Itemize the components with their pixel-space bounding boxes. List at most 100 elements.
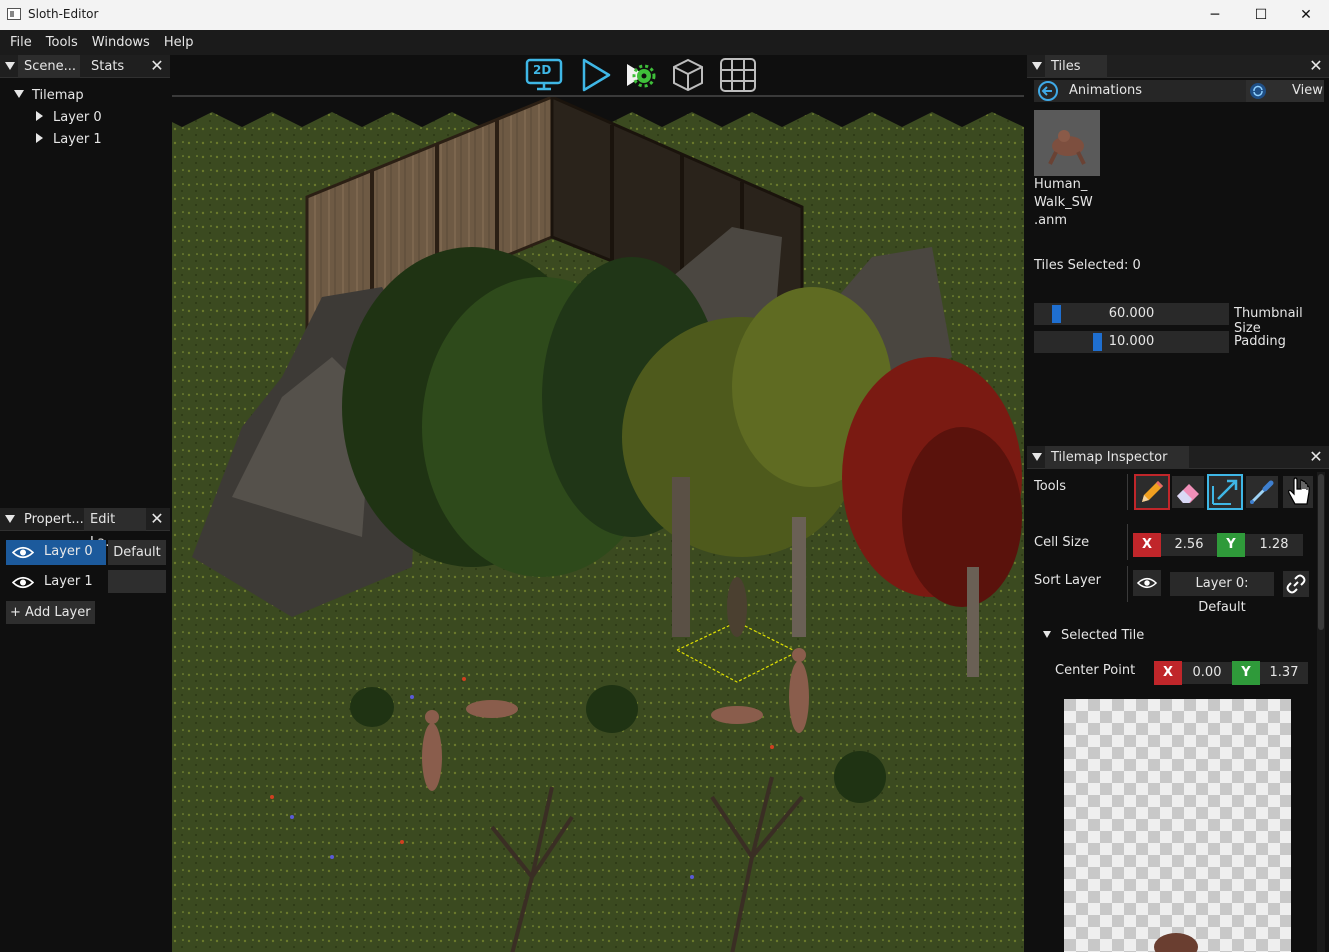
window-titlebar: Sloth-Editor ─ ☐ ✕ (0, 0, 1329, 30)
menu-help[interactable]: Help (157, 35, 201, 50)
tab-tiles[interactable]: Tiles (1045, 55, 1107, 78)
tab-properties[interactable]: Propert... (18, 508, 90, 531)
tiles-nav-bar: Animations View (1034, 80, 1324, 102)
collapse-icon[interactable] (1032, 62, 1042, 70)
properties-panel-tabbar: Propert... Edit La... ✕ (0, 508, 170, 550)
close-window-button[interactable]: ✕ (1283, 0, 1329, 30)
minimize-button[interactable]: ─ (1192, 0, 1238, 30)
selected-tile-header[interactable]: Selected Tile (1043, 628, 1144, 643)
divider (1127, 524, 1128, 560)
refresh-icon (1250, 83, 1266, 99)
cell-size-x-input[interactable]: 2.56 (1161, 534, 1217, 556)
divider (1127, 566, 1128, 602)
tree-item-layer-1[interactable]: Layer 1 (36, 132, 102, 147)
tilemap-scene[interactable] (172, 95, 1024, 952)
tab-edit-layers[interactable]: Edit La... (84, 508, 146, 550)
close-icon[interactable]: ✕ (148, 509, 166, 529)
add-layer-button[interactable]: + Add Layer (6, 601, 95, 624)
tree-item-layer-0[interactable]: Layer 0 (36, 110, 102, 125)
expand-icon[interactable] (36, 133, 43, 143)
grid-icon (720, 58, 756, 92)
app-icon (7, 8, 21, 20)
tab-stats[interactable]: Stats (85, 55, 130, 78)
menu-tools[interactable]: Tools (39, 35, 85, 50)
tiles-panel: Tiles ✕ Animations View Human_ Walk_SW .… (1027, 55, 1329, 443)
eraser-tool-button[interactable] (1172, 476, 1204, 508)
pencil-tool-button[interactable] (1134, 474, 1170, 510)
eyedropper-icon (1250, 480, 1274, 504)
cell-size-label: Cell Size (1034, 535, 1090, 550)
window-title: Sloth-Editor (28, 7, 99, 21)
cube-button[interactable] (668, 57, 708, 93)
menu-bar: File Tools Windows Help (0, 30, 1329, 55)
slider-grab[interactable] (1093, 333, 1102, 351)
menu-windows[interactable]: Windows (85, 35, 157, 50)
hand-icon (1288, 477, 1310, 505)
tree-item-label: Tilemap (32, 88, 84, 103)
collapse-icon[interactable] (5, 515, 15, 523)
scrollbar-thumb[interactable] (1318, 474, 1324, 630)
menu-file[interactable]: File (3, 35, 39, 50)
scene-viewport[interactable]: 2D (172, 55, 1024, 952)
inspector-scrollbar[interactable] (1317, 472, 1325, 952)
link-icon (1286, 574, 1306, 594)
hand-tool-button[interactable] (1283, 476, 1313, 508)
expand-icon[interactable] (14, 90, 24, 98)
tree-item-tilemap[interactable]: Tilemap (14, 88, 84, 103)
maximize-button[interactable]: ☐ (1238, 0, 1284, 30)
padding-slider[interactable]: 10.000 (1034, 331, 1229, 353)
pencil-icon (1142, 481, 1163, 502)
tab-tilemap-inspector[interactable]: Tilemap Inspector (1045, 446, 1189, 469)
play-gear-button[interactable] (620, 57, 660, 93)
cube-icon (673, 58, 703, 92)
sort-layer-select[interactable]: Layer 0: Default (1170, 572, 1274, 615)
layer-row-1[interactable]: Layer 1 (6, 570, 106, 595)
asset-thumbnail[interactable] (1034, 110, 1100, 176)
cell-size-x-tag: X (1133, 533, 1161, 557)
layer-row-0[interactable]: Layer 0 (6, 540, 106, 565)
collapse-icon[interactable] (5, 62, 15, 70)
close-icon[interactable]: ✕ (1307, 56, 1325, 76)
thumbnail-size-label: Thumbnail Size (1234, 306, 1303, 336)
scene-art (172, 97, 1024, 952)
expand-icon[interactable] (36, 111, 43, 121)
asset-name-line: .anm (1034, 213, 1068, 228)
tile-preview[interactable] (1064, 699, 1291, 952)
asset-name-line: Walk_SW (1034, 195, 1093, 210)
eyedropper-tool-button[interactable] (1246, 476, 1278, 508)
asset-name: Human_ Walk_SW .anm (1034, 176, 1093, 230)
expand-icon[interactable] (1043, 631, 1051, 638)
play-gear-icon (627, 64, 656, 88)
cell-size-y-input[interactable]: 1.28 (1245, 534, 1303, 556)
viewport-toolbar: 2D (172, 55, 1024, 95)
play-button[interactable] (576, 57, 616, 93)
layer-sort-field[interactable]: Default (108, 540, 166, 565)
sort-layer-visibility-button[interactable] (1133, 570, 1161, 596)
mode-2d-button[interactable]: 2D (524, 57, 564, 93)
back-arrow-icon[interactable] (1037, 80, 1059, 102)
close-icon[interactable]: ✕ (148, 56, 166, 76)
slider-value: 60.000 (1108, 306, 1155, 321)
scene-panel-tabbar: Scene... Stats ✕ (0, 55, 170, 78)
tile-preview-image (1064, 699, 1291, 952)
collapse-icon[interactable] (1032, 453, 1042, 461)
divider (1127, 474, 1128, 510)
layer-name: Layer 1 (44, 574, 93, 589)
center-point-x-tag: X (1154, 661, 1182, 685)
center-point-y-tag: Y (1232, 661, 1260, 685)
slider-grab[interactable] (1052, 305, 1061, 323)
grid-button[interactable] (718, 57, 758, 93)
thumbnail-size-slider[interactable]: 60.000 (1034, 303, 1229, 325)
cell-size-y-tag: Y (1217, 533, 1245, 557)
play-icon (582, 58, 611, 92)
eye-icon[interactable] (12, 546, 34, 559)
center-point-y-input[interactable]: 1.37 (1260, 662, 1308, 684)
center-point-x-input[interactable]: 0.00 (1182, 662, 1232, 684)
close-icon[interactable]: ✕ (1307, 447, 1325, 467)
layer-sort-field[interactable] (108, 570, 166, 593)
link-button[interactable] (1283, 571, 1309, 597)
view-button[interactable]: View (1246, 80, 1324, 102)
tab-scene[interactable]: Scene... (18, 55, 80, 78)
eye-icon[interactable] (12, 576, 34, 589)
resize-tool-button[interactable] (1207, 474, 1243, 510)
